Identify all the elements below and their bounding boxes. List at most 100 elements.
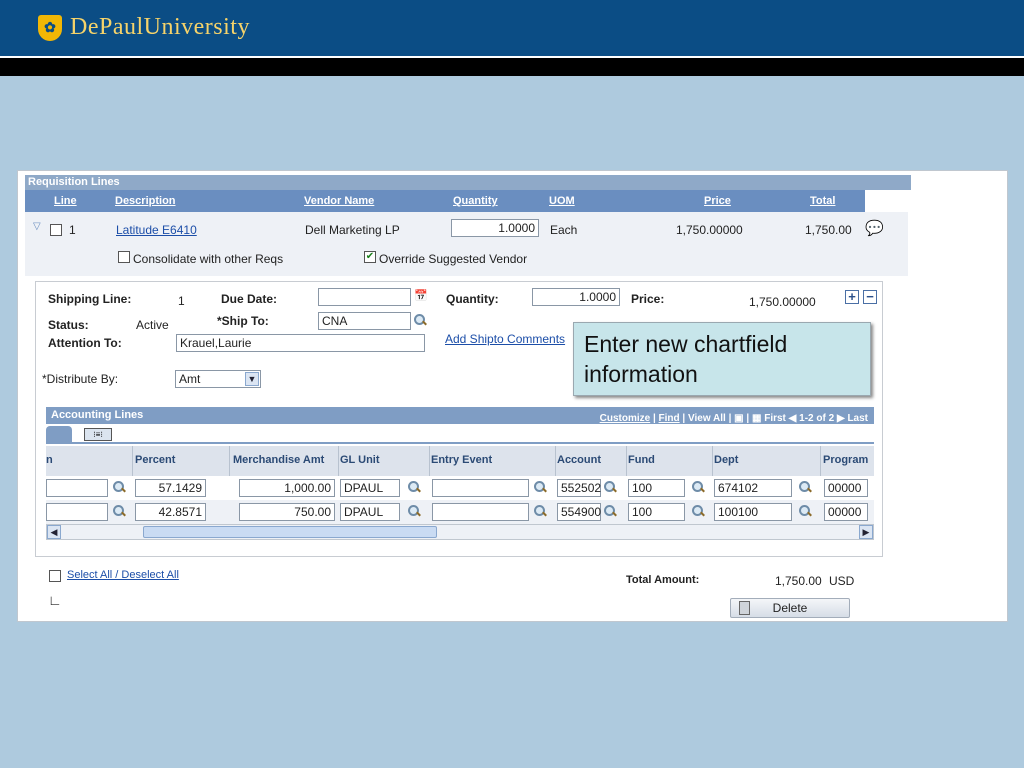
due-date-input[interactable]	[318, 288, 411, 306]
col-description[interactable]: Description	[115, 195, 176, 207]
collapse-triangle-icon[interactable]: ▽	[33, 221, 41, 232]
entry-event-lookup-icon[interactable]	[533, 480, 547, 494]
fund-input[interactable]: 100	[628, 503, 685, 521]
requisition-panel: Requisition Lines Line Description Vendo…	[17, 170, 1008, 622]
grid-icon[interactable]: ▦	[752, 413, 761, 424]
lookup-icon[interactable]	[112, 504, 126, 518]
entry-event-input[interactable]	[432, 503, 529, 521]
col-entry-event: Entry Event	[431, 454, 493, 466]
col-divider	[429, 446, 430, 476]
grid-tab-active[interactable]	[46, 426, 72, 444]
scroll-right-icon[interactable]: ▶	[859, 525, 873, 539]
delete-button-label: Delete	[772, 601, 808, 615]
row-n-input[interactable]	[46, 479, 108, 497]
merchandise-amt-input[interactable]: 1,000.00	[239, 479, 335, 497]
delete-button[interactable]: Delete	[730, 598, 850, 618]
dept-input[interactable]: 674102	[714, 479, 792, 497]
program-input[interactable]: 00000	[824, 479, 868, 497]
gl-unit-lookup-icon[interactable]	[407, 480, 421, 494]
requisition-lines-title: Requisition Lines	[25, 175, 911, 190]
distribute-by-select[interactable]: Amt ▼	[175, 370, 261, 388]
select-all-link[interactable]: Select All / Deselect All	[67, 569, 179, 581]
gl-unit-lookup-icon[interactable]	[407, 504, 421, 518]
scroll-left-icon[interactable]: ◀	[47, 525, 61, 539]
customize-link[interactable]: Customize	[600, 413, 651, 424]
next-arrow-icon[interactable]: ▶	[837, 413, 845, 424]
col-gl-unit: GL Unit	[340, 454, 380, 466]
account-lookup-icon[interactable]	[603, 480, 617, 494]
ship-quantity-input[interactable]: 1.0000	[532, 288, 620, 306]
select-all-checkbox[interactable]	[49, 570, 61, 582]
account-input[interactable]: 552502	[557, 479, 601, 497]
horizontal-scrollbar[interactable]: ◀ ▶	[46, 524, 874, 540]
fund-lookup-icon[interactable]	[691, 480, 705, 494]
first-link[interactable]: First	[764, 413, 786, 424]
scroll-thumb[interactable]	[143, 526, 437, 538]
depaul-shield-icon: ✿	[38, 14, 62, 41]
col-vendor-name[interactable]: Vendor Name	[304, 195, 374, 207]
col-uom[interactable]: UOM	[549, 195, 575, 207]
line-quantity-input[interactable]: 1.0000	[451, 219, 539, 237]
attention-label: Attention To:	[48, 336, 122, 350]
download-icon[interactable]: ▣	[734, 413, 743, 424]
dept-lookup-icon[interactable]	[798, 504, 812, 518]
fund-lookup-icon[interactable]	[691, 504, 705, 518]
ship-quantity-label: Quantity:	[446, 292, 499, 306]
entry-event-lookup-icon[interactable]	[533, 504, 547, 518]
show-all-columns-icon[interactable]: ⁝≡⁝	[84, 428, 112, 441]
col-quantity[interactable]: Quantity	[453, 195, 498, 207]
due-date-label: Due Date:	[221, 292, 278, 306]
view-all-link[interactable]: View All	[688, 413, 726, 424]
line-number: 1	[69, 223, 76, 237]
gl-unit-input[interactable]: DPAUL	[340, 479, 400, 497]
total-amount-label: Total Amount:	[626, 574, 700, 586]
col-divider	[626, 446, 627, 476]
percent-input[interactable]: 42.8571	[135, 503, 206, 521]
brand-name: DePaulUniversity	[70, 14, 250, 40]
ship-to-input[interactable]: CNA	[318, 312, 411, 330]
add-shipto-comments-link[interactable]: Add Shipto Comments	[445, 332, 565, 346]
dept-input[interactable]: 100100	[714, 503, 792, 521]
entry-event-input[interactable]	[432, 479, 529, 497]
comment-bubble-icon[interactable]: 💬	[865, 219, 884, 237]
line-vendor-name: Dell Marketing LP	[305, 223, 400, 237]
add-row-button[interactable]: +	[845, 290, 859, 304]
ship-price-label: Price:	[631, 292, 665, 306]
find-link[interactable]: Find	[659, 413, 680, 424]
gl-unit-input[interactable]: DPAUL	[340, 503, 400, 521]
attention-input[interactable]: Krauel,Laurie	[176, 334, 425, 352]
col-program: Program	[823, 454, 869, 466]
line-select-checkbox[interactable]	[50, 224, 62, 236]
status-label: Status:	[48, 318, 89, 332]
last-link[interactable]: Last	[847, 413, 868, 424]
ship-to-lookup-icon[interactable]	[413, 313, 427, 327]
col-line[interactable]: Line	[54, 195, 77, 207]
override-vendor-checkbox[interactable]: ✔	[364, 251, 376, 263]
calendar-icon[interactable]: 📅	[414, 289, 428, 302]
chevron-down-icon[interactable]: ▼	[245, 372, 259, 386]
row-n-input[interactable]	[46, 503, 108, 521]
lookup-icon[interactable]	[112, 480, 126, 494]
prev-arrow-icon[interactable]: ◀	[789, 413, 797, 424]
col-price[interactable]: Price	[704, 195, 731, 207]
delete-row-button[interactable]: −	[863, 290, 877, 304]
percent-input[interactable]: 57.1429	[135, 479, 206, 497]
ship-to-label: *Ship To:	[217, 314, 269, 328]
brand-logo: ✿ DePaulUniversity	[38, 14, 250, 41]
line-description-link[interactable]: Latitude E6410	[116, 223, 197, 237]
dept-lookup-icon[interactable]	[798, 480, 812, 494]
col-total[interactable]: Total	[810, 195, 835, 207]
fund-input[interactable]: 100	[628, 479, 685, 497]
account-lookup-icon[interactable]	[603, 504, 617, 518]
consolidate-label: Consolidate with other Reqs	[133, 252, 284, 266]
accounting-lines-title-text: Accounting Lines	[51, 409, 144, 421]
status-value: Active	[136, 318, 169, 332]
distribute-by-label: *Distribute By:	[42, 372, 119, 386]
account-input[interactable]: 554900	[557, 503, 601, 521]
accounting-row: 42.8571 750.00 DPAUL 554900 100 100100 0…	[46, 500, 874, 524]
merchandise-amt-input[interactable]: 750.00	[239, 503, 335, 521]
program-input[interactable]: 00000	[824, 503, 868, 521]
line-uom: Each	[550, 223, 578, 237]
consolidate-checkbox[interactable]	[118, 251, 130, 263]
line-total: 1,750.00	[805, 223, 852, 237]
